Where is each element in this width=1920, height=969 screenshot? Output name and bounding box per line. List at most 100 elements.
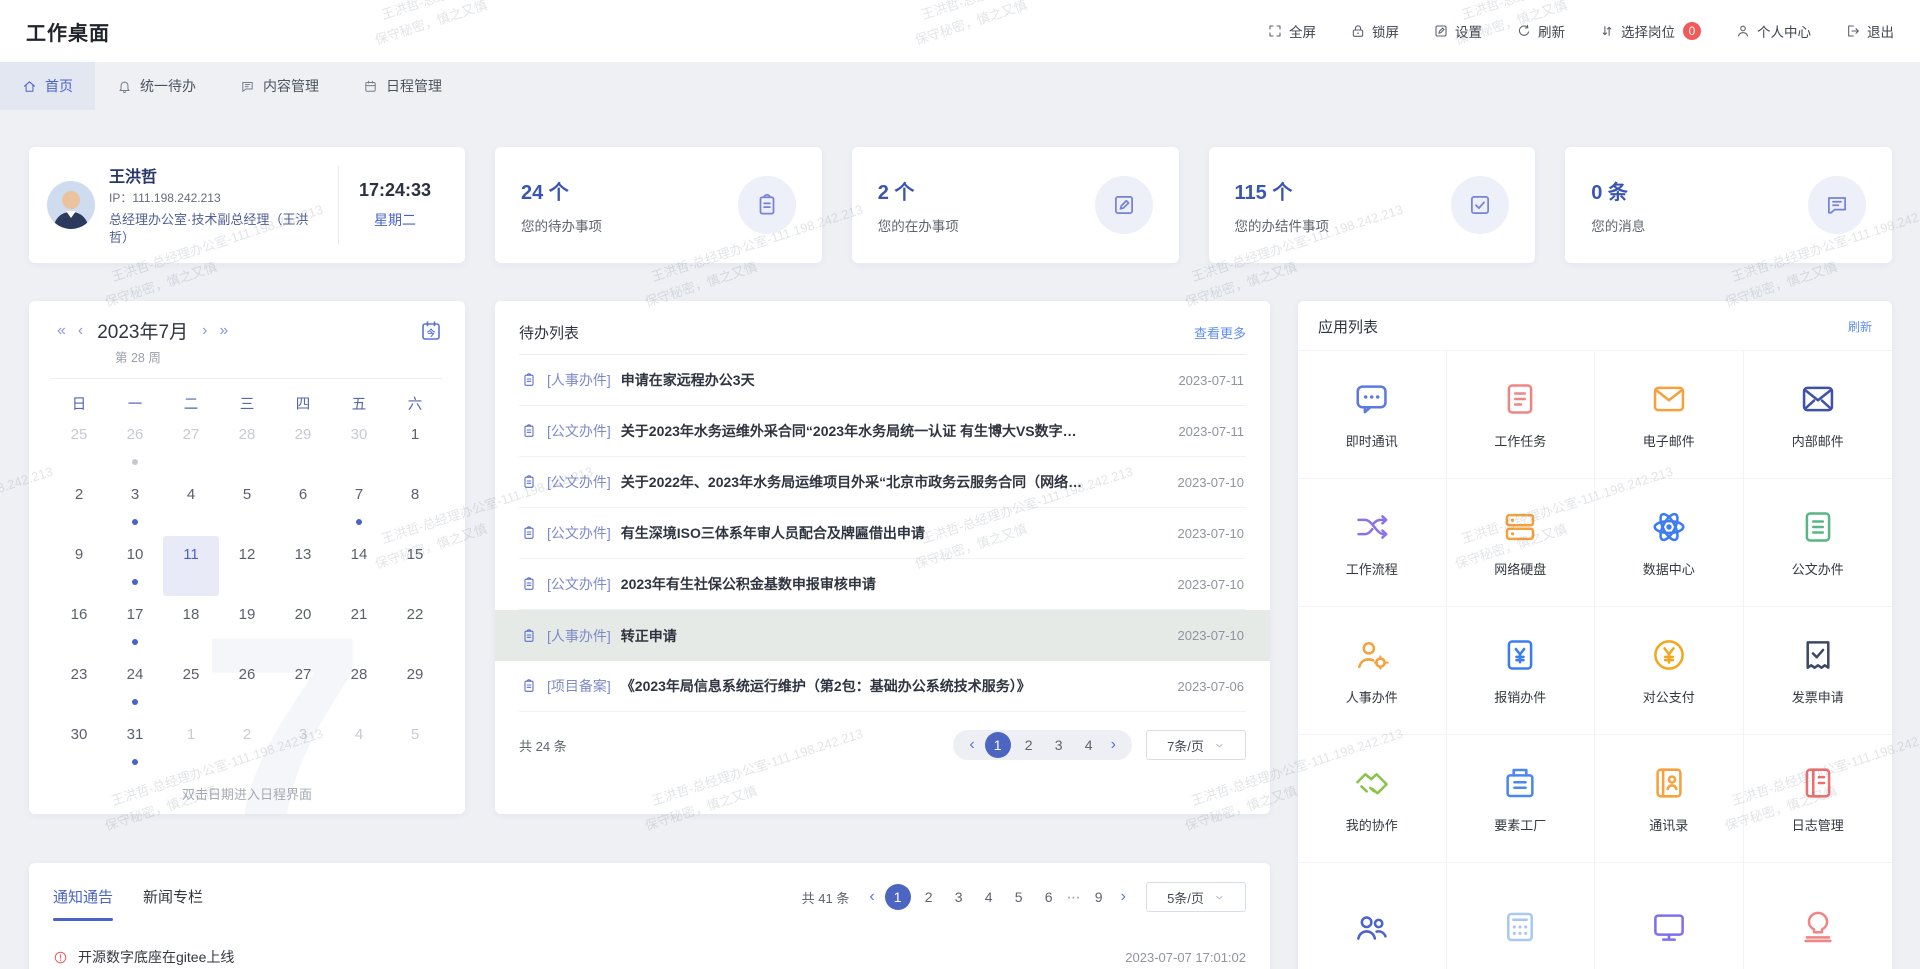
prev-year-button[interactable]: « <box>51 322 72 340</box>
page-4[interactable]: 4 <box>1077 732 1101 758</box>
header-action-刷新[interactable]: 刷新 <box>1516 21 1565 41</box>
app-item-要素工厂[interactable]: 要素工厂 <box>1447 735 1596 863</box>
notice-title[interactable]: 开源数字底座在gitee上线 <box>78 947 234 967</box>
todo-row[interactable]: [人事办件]申请在家远程办公3天2023-07-11 <box>519 355 1246 406</box>
calendar-day-6[interactable]: 6 <box>275 476 331 536</box>
calendar-day-8[interactable]: 8 <box>387 476 443 536</box>
calendar-day-5[interactable]: 5 <box>387 716 443 776</box>
app-item[interactable] <box>1298 863 1447 969</box>
calendar-day-30[interactable]: 30 <box>331 416 387 476</box>
calendar-day-3[interactable]: 3 <box>107 476 163 536</box>
todo-row[interactable]: [公文办件]关于2023年水务运维外采合同“2023年水务局统一认证 有生博大V… <box>519 406 1246 457</box>
app-item-网络硬盘[interactable]: 网络硬盘 <box>1447 479 1596 607</box>
page-3[interactable]: 3 <box>947 884 971 910</box>
page-1[interactable]: 1 <box>885 884 911 910</box>
page-3[interactable]: 3 <box>1047 732 1071 758</box>
app-item-即时通讯[interactable]: 即时通讯 <box>1298 351 1447 479</box>
calendar-day-26[interactable]: 26 <box>219 656 275 716</box>
prev-page-button[interactable]: ‹ <box>865 889 878 905</box>
prev-month-button[interactable]: ‹ <box>72 322 89 340</box>
todo-category[interactable]: [公文办件] <box>547 523 611 543</box>
app-item-通讯录[interactable]: 通讯录 <box>1595 735 1744 863</box>
calendar-day-31[interactable]: 31 <box>107 716 163 776</box>
header-action-退出[interactable]: 退出 <box>1845 21 1894 41</box>
app-item-内部邮件[interactable]: 内部邮件 <box>1744 351 1893 479</box>
calendar-day-2[interactable]: 2 <box>51 476 107 536</box>
app-item[interactable] <box>1744 863 1893 969</box>
tab-统一待办[interactable]: 统一待办 <box>95 62 218 110</box>
view-more-link[interactable]: 查看更多 <box>1194 323 1246 342</box>
calendar-day-29[interactable]: 29 <box>275 416 331 476</box>
page-5[interactable]: 5 <box>1007 884 1031 910</box>
todo-item-title[interactable]: 关于2022年、2023年水务局运维项目外采“北京市政务云服务合同（网络… <box>621 472 1154 492</box>
calendar-day-10[interactable]: 10 <box>107 536 163 596</box>
calendar-day-13[interactable]: 13 <box>275 536 331 596</box>
page-2[interactable]: 2 <box>1017 732 1041 758</box>
todo-item-title[interactable]: 转正申请 <box>621 626 1154 646</box>
page-6[interactable]: 6 <box>1037 884 1061 910</box>
calendar-day-7[interactable]: 7 <box>331 476 387 536</box>
todo-item-title[interactable]: 《2023年局信息系统运行维护（第2包：基础办公系统技术服务）》 <box>621 676 1154 696</box>
calendar-day-3[interactable]: 3 <box>275 716 331 776</box>
header-action-全屏[interactable]: 全屏 <box>1267 21 1316 41</box>
next-page-button[interactable]: › <box>1117 889 1130 905</box>
app-item-日志管理[interactable]: 日志管理 <box>1744 735 1893 863</box>
app-item-人事办件[interactable]: 人事办件 <box>1298 607 1447 735</box>
calendar-day-5[interactable]: 5 <box>219 476 275 536</box>
calendar-day-1[interactable]: 1 <box>387 416 443 476</box>
prev-page-button[interactable]: ‹ <box>965 737 978 753</box>
todo-item-title[interactable]: 2023年有生社保公积金基数申报审核申请 <box>621 574 1154 594</box>
next-page-button[interactable]: › <box>1107 737 1120 753</box>
app-item-电子邮件[interactable]: 电子邮件 <box>1595 351 1744 479</box>
calendar-day-16[interactable]: 16 <box>51 596 107 656</box>
tab-首页[interactable]: 首页 <box>0 62 95 110</box>
app-item-对公支付[interactable]: 对公支付 <box>1595 607 1744 735</box>
calendar-day-28[interactable]: 28 <box>219 416 275 476</box>
calendar-day-4[interactable]: 4 <box>163 476 219 536</box>
calendar-day-17[interactable]: 17 <box>107 596 163 656</box>
app-item-工作任务[interactable]: 工作任务 <box>1447 351 1596 479</box>
calendar-day-9[interactable]: 9 <box>51 536 107 596</box>
todo-category[interactable]: [人事办件] <box>547 626 611 646</box>
page-4[interactable]: 4 <box>977 884 1001 910</box>
todo-category[interactable]: [项目备案] <box>547 676 611 696</box>
todo-item-title[interactable]: 申请在家远程办公3天 <box>621 370 1155 390</box>
todo-row[interactable]: [公文办件]关于2022年、2023年水务局运维项目外采“北京市政务云服务合同（… <box>519 457 1246 508</box>
calendar-day-1[interactable]: 1 <box>163 716 219 776</box>
header-action-选择岗位[interactable]: 选择岗位0 <box>1599 21 1701 41</box>
calendar-day-14[interactable]: 14 <box>331 536 387 596</box>
app-item[interactable] <box>1447 863 1596 969</box>
calendar-day-27[interactable]: 27 <box>275 656 331 716</box>
todo-row[interactable]: [公文办件]2023年有生社保公积金基数申报审核申请2023-07-10 <box>519 559 1246 610</box>
app-item[interactable] <box>1595 863 1744 969</box>
app-item-报销办件[interactable]: 报销办件 <box>1447 607 1596 735</box>
todo-row[interactable]: [人事办件]转正申请2023-07-10 <box>495 610 1270 661</box>
calendar-day-23[interactable]: 23 <box>51 656 107 716</box>
notice-tab-通知通告[interactable]: 通知通告 <box>53 886 113 909</box>
calendar-day-25[interactable]: 25 <box>163 656 219 716</box>
page-1[interactable]: 1 <box>985 732 1011 758</box>
app-item-我的协作[interactable]: 我的协作 <box>1298 735 1447 863</box>
header-action-锁屏[interactable]: 锁屏 <box>1350 21 1399 41</box>
calendar-today-icon[interactable]: 今 <box>419 319 443 343</box>
calendar-day-15[interactable]: 15 <box>387 536 443 596</box>
app-item-数据中心[interactable]: 数据中心 <box>1595 479 1744 607</box>
calendar-day-20[interactable]: 20 <box>275 596 331 656</box>
tab-内容管理[interactable]: 内容管理 <box>218 62 341 110</box>
notice-item[interactable]: 开源数字底座在gitee上线2023-07-07 17:01:02 <box>53 947 1246 967</box>
calendar-day-26[interactable]: 26 <box>107 416 163 476</box>
notice-page-size-select[interactable]: 5条/页 <box>1146 882 1246 912</box>
notice-tab-新闻专栏[interactable]: 新闻专栏 <box>143 886 203 909</box>
page-2[interactable]: 2 <box>917 884 941 910</box>
calendar-day-29[interactable]: 29 <box>387 656 443 716</box>
calendar-day-21[interactable]: 21 <box>331 596 387 656</box>
calendar-day-11[interactable]: 11 <box>163 536 219 596</box>
calendar-day-25[interactable]: 25 <box>51 416 107 476</box>
calendar-day-28[interactable]: 28 <box>331 656 387 716</box>
todo-page-size-select[interactable]: 7条/页 <box>1146 730 1246 760</box>
page-9[interactable]: 9 <box>1087 884 1111 910</box>
app-list-refresh-link[interactable]: 刷新 <box>1848 318 1872 335</box>
todo-category[interactable]: [公文办件] <box>547 574 611 594</box>
app-item-发票申请[interactable]: 发票申请 <box>1744 607 1893 735</box>
next-year-button[interactable]: » <box>213 322 234 340</box>
